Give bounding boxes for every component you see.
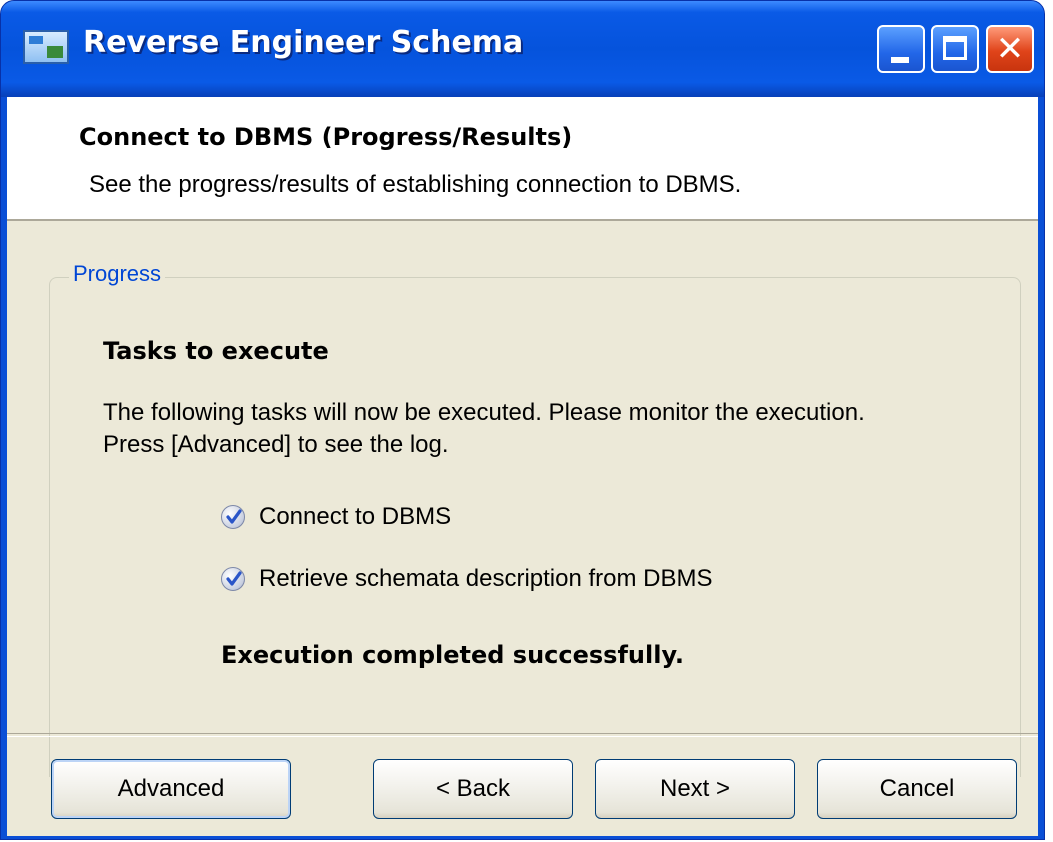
task-item-connect: Connect to DBMS bbox=[221, 501, 451, 533]
maximize-button[interactable] bbox=[931, 25, 979, 73]
checkmark-icon bbox=[221, 567, 245, 591]
maximize-icon bbox=[943, 36, 967, 60]
next-button[interactable]: Next > bbox=[595, 759, 795, 819]
progress-group-label: Progress bbox=[69, 261, 166, 287]
dialog-body: Connect to DBMS (Progress/Results) See t… bbox=[7, 97, 1038, 836]
instructions-line: The following tasks will now be executed… bbox=[103, 399, 865, 426]
cancel-button[interactable]: Cancel bbox=[817, 759, 1017, 819]
minimize-icon bbox=[891, 57, 909, 63]
advanced-button[interactable]: Advanced bbox=[51, 759, 291, 819]
tasks-heading: Tasks to execute bbox=[103, 337, 329, 365]
page-title: Connect to DBMS (Progress/Results) bbox=[79, 123, 573, 151]
page-description: See the progress/results of establishing… bbox=[89, 171, 742, 198]
dialog-window: Reverse Engineer Schema ✕ Connect to DBM… bbox=[0, 0, 1045, 840]
task-item-retrieve: Retrieve schemata description from DBMS bbox=[221, 563, 713, 595]
footer-divider bbox=[7, 733, 1038, 737]
checkmark-icon bbox=[221, 505, 245, 529]
close-icon: ✕ bbox=[995, 29, 1025, 69]
instructions-text: The following tasks will now be executed… bbox=[103, 397, 865, 461]
minimize-button[interactable] bbox=[877, 25, 925, 73]
title-bar[interactable]: Reverse Engineer Schema ✕ bbox=[1, 1, 1044, 97]
wizard-header: Connect to DBMS (Progress/Results) See t… bbox=[7, 97, 1038, 221]
task-label: Connect to DBMS bbox=[259, 503, 452, 530]
execution-result-text: Execution completed successfully. bbox=[221, 641, 684, 669]
app-icon bbox=[23, 30, 69, 64]
instructions-line: Press [Advanced] to see the log. bbox=[103, 431, 449, 458]
window-title: Reverse Engineer Schema bbox=[83, 25, 524, 60]
task-label: Retrieve schemata description from DBMS bbox=[259, 565, 713, 592]
close-button[interactable]: ✕ bbox=[986, 25, 1034, 73]
back-button[interactable]: < Back bbox=[373, 759, 573, 819]
